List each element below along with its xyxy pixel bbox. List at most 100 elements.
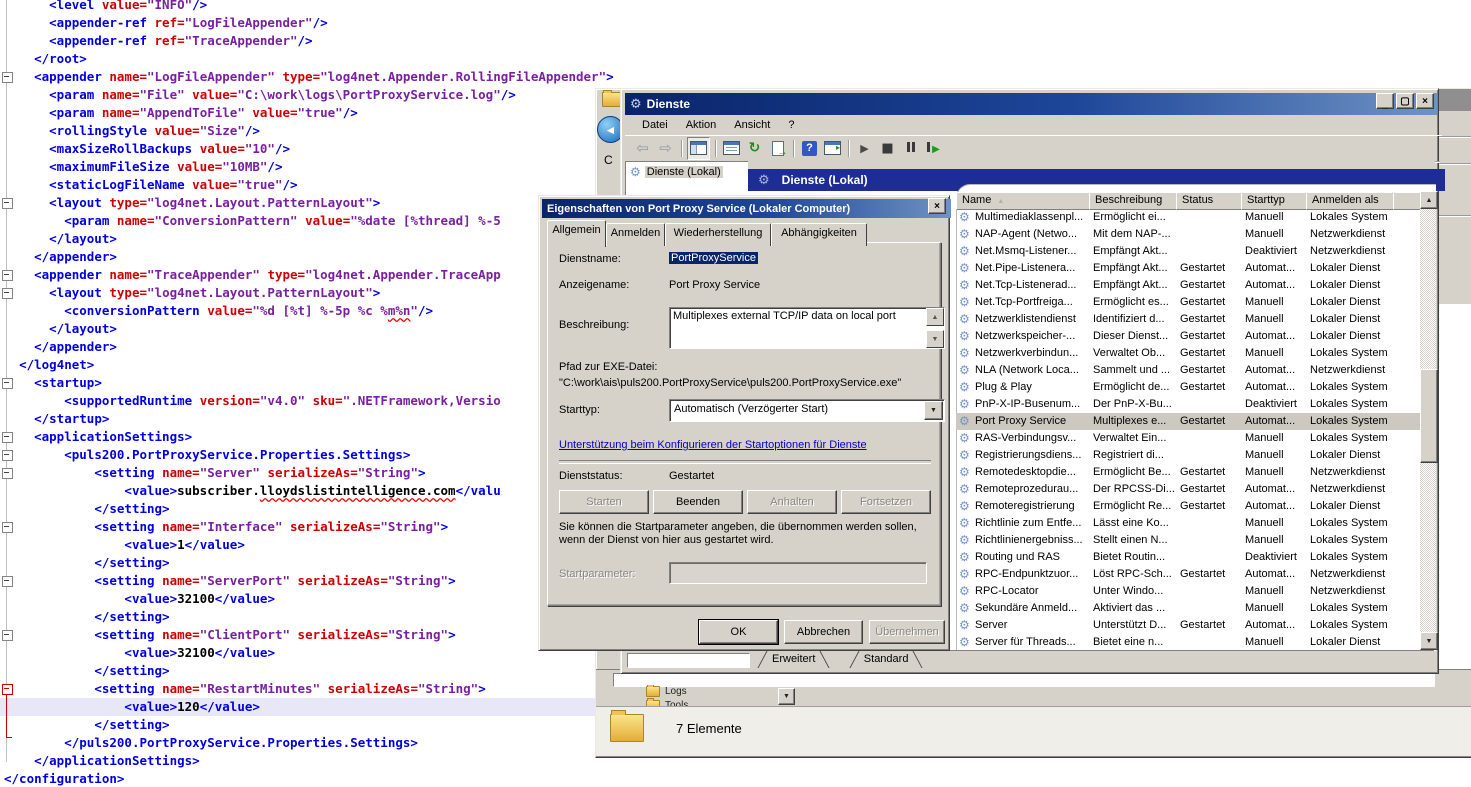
- table-row[interactable]: ⚙NLA (Network Loca...Sammelt und ...Gest…: [956, 362, 1420, 379]
- code-line[interactable]: <setting name="RestartMinutes" serialize…: [0, 680, 614, 698]
- fold-collapse-box[interactable]: [2, 450, 13, 461]
- export-list-icon[interactable]: [767, 138, 788, 159]
- table-row[interactable]: ⚙NAP-Agent (Netwo...Mit dem NAP-...Manue…: [956, 226, 1420, 243]
- code-line[interactable]: </layout>: [0, 320, 614, 338]
- code-line[interactable]: <value>subscriber.lloydslistintelligence…: [0, 482, 614, 500]
- code-line[interactable]: <appender-ref ref="LogFileAppender"/>: [0, 14, 614, 32]
- code-line[interactable]: <maximumFileSize value="10MB"/>: [0, 158, 614, 176]
- restart-service-icon[interactable]: ▶: [923, 138, 944, 159]
- code-line[interactable]: <value>32100</value>: [0, 590, 614, 608]
- table-row[interactable]: ⚙ServerUnterstützt D...GestartetAutomat.…: [956, 617, 1420, 634]
- code-line[interactable]: <value>32100</value>: [0, 644, 614, 662]
- menu-item-datei[interactable]: Datei: [633, 117, 677, 133]
- code-line[interactable]: <setting name="Server" serializeAs="Stri…: [0, 464, 614, 482]
- console-tree-item-dienste-lokal[interactable]: ⚙ Dienste (Lokal): [626, 162, 749, 181]
- code-line[interactable]: </layout>: [0, 230, 614, 248]
- table-row[interactable]: ⚙Routing und RASBietet Routin...Deaktivi…: [956, 549, 1420, 566]
- code-line[interactable]: <setting name="Interface" serializeAs="S…: [0, 518, 614, 536]
- fold-collapse-box[interactable]: [2, 198, 13, 209]
- table-row[interactable]: ⚙Remotedesktopdie...Ermöglicht Be...Gest…: [956, 464, 1420, 481]
- scrollbar-thumb[interactable]: [1420, 369, 1438, 463]
- code-line[interactable]: </startup>: [0, 410, 614, 428]
- table-row[interactable]: ⚙Remoteprozedurau...Der RPCSS-Di...Gesta…: [956, 481, 1420, 498]
- textbox-scroll-up-button[interactable]: ▲: [926, 308, 944, 326]
- code-line[interactable]: <param name="File" value="C:\work\logs\P…: [0, 86, 614, 104]
- table-row[interactable]: ⚙Richtlinie zum Entfe...Lässt eine Ko...…: [956, 515, 1420, 532]
- code-line[interactable]: </puls200.PortProxyService.Properties.Se…: [0, 734, 614, 752]
- code-line[interactable]: <appender-ref ref="TraceAppender"/>: [0, 32, 614, 50]
- menu-item-ansicht[interactable]: Ansicht: [725, 117, 779, 133]
- back-icon[interactable]: ⇦: [632, 138, 653, 159]
- explorer-combo-dropdown-button[interactable]: ▼: [778, 688, 795, 705]
- code-line[interactable]: <appender name="LogFileAppender" type="l…: [0, 68, 614, 86]
- explorer-folder-item[interactable]: Tools: [596, 699, 996, 706]
- code-line[interactable]: <level value="INFO"/>: [0, 0, 614, 14]
- code-line[interactable]: <puls200.PortProxyService.Properties.Set…: [0, 446, 614, 464]
- dialog-titlebar[interactable]: Eigenschaften von Port Proxy Service (Lo…: [542, 199, 951, 218]
- table-row[interactable]: ⚙NetzwerklistendienstIdentifiziert d...G…: [956, 311, 1420, 328]
- maximize-button[interactable]: ▢: [1396, 93, 1414, 109]
- fold-collapse-box[interactable]: [2, 432, 13, 443]
- combo-dropdown-button[interactable]: ▼: [924, 401, 943, 420]
- fold-collapse-box[interactable]: [2, 630, 13, 641]
- explorer-folder-item[interactable]: Logs: [596, 685, 996, 697]
- dialog-tab-anmelden[interactable]: Anmelden: [606, 223, 665, 246]
- startoptions-help-link[interactable]: Unterstützung beim Konfigurieren der Sta…: [559, 439, 867, 451]
- column-header-beschreibung[interactable]: Beschreibung: [1089, 192, 1177, 210]
- code-line[interactable]: <value>120</value>: [0, 698, 614, 716]
- properties-icon[interactable]: [721, 138, 742, 159]
- start-service-icon[interactable]: ▶: [854, 138, 875, 159]
- column-header-starttyp[interactable]: Starttyp: [1241, 192, 1307, 210]
- ok-button[interactable]: OK: [699, 620, 778, 644]
- table-row[interactable]: ⚙Net.Pipe-Listenera...Empfängt Akt...Ges…: [956, 260, 1420, 277]
- menu-item-aktion[interactable]: Aktion: [677, 117, 726, 133]
- code-line[interactable]: <startup>: [0, 374, 614, 392]
- table-row[interactable]: ⚙Net.Tcp-Portfreiga...Ermöglicht es...Ge…: [956, 294, 1420, 311]
- fold-collapse-box[interactable]: [2, 378, 13, 389]
- scroll-up-button[interactable]: ▲: [1420, 191, 1438, 209]
- code-line[interactable]: </log4net>: [0, 356, 614, 374]
- code-line[interactable]: </setting>: [0, 554, 614, 572]
- forward-icon[interactable]: ⇨: [655, 138, 676, 159]
- close-button[interactable]: ×: [1416, 93, 1434, 109]
- table-row[interactable]: ⚙PnP-X-IP-Busenum...Der PnP-X-Bu...Deakt…: [956, 396, 1420, 413]
- table-row[interactable]: ⚙Richtlinienergebniss...Stellt einen N..…: [956, 532, 1420, 549]
- view-tab-standard[interactable]: Standard: [852, 651, 921, 668]
- dialog-tab-allgemein[interactable]: Allgemein: [547, 220, 606, 247]
- code-line[interactable]: <appender name="TraceAppender" type="log…: [0, 266, 614, 284]
- dialog-close-button[interactable]: ×: [928, 198, 946, 214]
- column-header-name[interactable]: Name▲: [956, 192, 1090, 210]
- code-line[interactable]: </appender>: [0, 248, 614, 266]
- code-line[interactable]: <supportedRuntime version="v4.0" sku=".N…: [0, 392, 614, 410]
- code-line[interactable]: </appender>: [0, 338, 614, 356]
- fold-collapse-box[interactable]: [2, 72, 13, 83]
- dienstname-value[interactable]: PortProxyService: [669, 252, 758, 264]
- fold-collapse-box[interactable]: [2, 288, 13, 299]
- column-header-anmelden-als[interactable]: Anmelden als: [1306, 192, 1394, 210]
- table-row[interactable]: ⚙Netzwerkverbindun...Verwaltet Ob...Gest…: [956, 345, 1420, 362]
- dialog-tab-wiederherstellung[interactable]: Wiederherstellung: [665, 223, 771, 246]
- show-console-tree-icon[interactable]: [687, 137, 710, 160]
- services-titlebar[interactable]: ⚙ Dienste: [625, 93, 1437, 115]
- cancel-button[interactable]: Abbrechen: [784, 620, 863, 644]
- minimize-button[interactable]: _: [1376, 93, 1394, 109]
- code-line[interactable]: <setting name="ServerPort" serializeAs="…: [0, 572, 614, 590]
- table-row[interactable]: ⚙RPC-Endpunktzuor...Löst RPC-Sch...Gesta…: [956, 566, 1420, 583]
- services-scrollbar[interactable]: ▲ ▼: [1420, 191, 1436, 650]
- code-line[interactable]: <rollingStyle value="Size"/>: [0, 122, 614, 140]
- table-row[interactable]: ⚙Plug & PlayErmöglicht de...GestartetAut…: [956, 379, 1420, 396]
- stop-service-icon[interactable]: ■: [877, 138, 898, 159]
- active-fold-collapse-box[interactable]: [2, 684, 13, 695]
- textbox-scroll-down-button[interactable]: ▼: [926, 330, 944, 348]
- code-line[interactable]: <conversionPattern value="%d [%t] %-5p %…: [0, 302, 614, 320]
- code-line[interactable]: </setting>: [0, 716, 614, 734]
- startparameter-input[interactable]: [669, 562, 927, 584]
- fold-collapse-box[interactable]: [2, 270, 13, 281]
- table-row[interactable]: ⚙Net.Tcp-Listenerad...Empfängt Akt...Ges…: [956, 277, 1420, 294]
- table-row[interactable]: ⚙Server für Threads...Bietet eine n...Ma…: [956, 634, 1420, 651]
- code-line[interactable]: </configuration>: [0, 770, 614, 787]
- show-action-pane-icon[interactable]: [822, 138, 843, 159]
- beenden-button[interactable]: Beenden: [653, 490, 743, 514]
- code-line[interactable]: <applicationSettings>: [0, 428, 614, 446]
- table-row[interactable]: ⚙Netzwerkspeicher-...Dieser Dienst...Ges…: [956, 328, 1420, 345]
